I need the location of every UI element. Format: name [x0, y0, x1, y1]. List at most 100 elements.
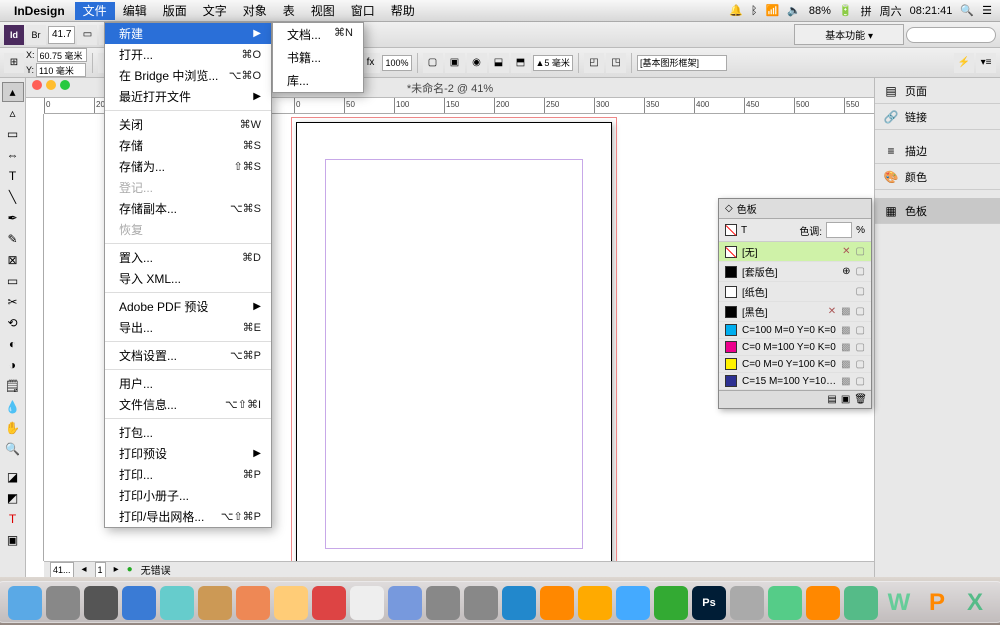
wrap-jump-icon[interactable]: ⬓	[489, 53, 509, 73]
swatches-panel[interactable]: ◇ 色板 T 色调: % [无]✕▢[套版色]⊕▢[纸色]▢[黑色]✕▩▢C=1…	[718, 198, 872, 409]
menuitem-在 Bridge 中浏览...[interactable]: 在 Bridge 中浏览...⌥⌘O	[105, 65, 271, 86]
preflight-status[interactable]: 无错误	[141, 562, 171, 577]
id-logo-icon[interactable]: Id	[4, 25, 24, 45]
menu-版面[interactable]: 版面	[155, 2, 195, 20]
swatch-row[interactable]: C=15 M=100 Y=100 K=0▩▢	[719, 373, 871, 390]
swatch-row[interactable]: [黑色]✕▩▢	[719, 302, 871, 322]
menu-窗口[interactable]: 窗口	[343, 2, 383, 20]
tint-field[interactable]	[826, 222, 852, 238]
ref-point-icon[interactable]: ⊞	[4, 53, 24, 73]
zoom-status-field[interactable]: 41...	[50, 562, 74, 578]
offset-field[interactable]: ▲ 5 毫米	[533, 55, 573, 71]
wifi-icon[interactable]: 📶	[765, 4, 779, 17]
line-tool-icon[interactable]: ╲	[2, 187, 24, 207]
type-proxy-icon[interactable]: T	[741, 225, 747, 236]
object-style-field[interactable]: [基本图形框架]	[637, 55, 727, 71]
menuitem-Adobe PDF 预设[interactable]: Adobe PDF 预设▶	[105, 296, 271, 317]
opacity-field[interactable]: 100%	[382, 55, 411, 71]
menu-extra-icon[interactable]: ☰	[982, 4, 992, 17]
type-tool-icon[interactable]: T	[2, 166, 24, 186]
dock-app-5[interactable]	[198, 586, 232, 620]
volume-icon[interactable]: 🔈	[787, 4, 801, 17]
menuitem-打包...[interactable]: 打包...	[105, 422, 271, 443]
dock-app-20[interactable]	[768, 586, 802, 620]
corner2-icon[interactable]: ◳	[606, 53, 626, 73]
swatches-panel-header[interactable]: ◇ 色板	[719, 199, 871, 219]
panel-颜色[interactable]: 🎨颜色	[875, 164, 1000, 190]
swatch-row[interactable]: [纸色]▢	[719, 282, 871, 302]
x-field[interactable]: 60.75 毫米	[37, 48, 87, 62]
corner-icon[interactable]: ◰	[584, 53, 604, 73]
dock-letter-P[interactable]: P	[920, 586, 954, 620]
pencil-tool-icon[interactable]: ✎	[2, 229, 24, 249]
page-nav-prev-icon[interactable]: ◂	[82, 564, 87, 575]
battery-icon[interactable]: 🔋	[839, 4, 853, 17]
show-all-icon[interactable]: ▤	[827, 394, 836, 405]
menuitem-打印/导出网格...[interactable]: 打印/导出网格...⌥⇧⌘P	[105, 506, 271, 527]
menu-帮助[interactable]: 帮助	[383, 2, 423, 20]
menuitem-置入...[interactable]: 置入...⌘D	[105, 247, 271, 268]
menuitem-新建[interactable]: 新建▶	[105, 23, 271, 44]
menuitem-用户...[interactable]: 用户...	[105, 373, 271, 394]
dock-app-19[interactable]	[730, 586, 764, 620]
eyedropper-tool-icon[interactable]: 💧	[2, 397, 24, 417]
page-artboard[interactable]	[296, 122, 612, 577]
dock-app-13[interactable]	[502, 586, 536, 620]
wrap-next-icon[interactable]: ⬒	[511, 53, 531, 73]
help-search[interactable]	[906, 27, 996, 43]
submenu-文档...[interactable]: 文档...⌘N	[273, 23, 363, 46]
menuitem-打印小册子...[interactable]: 打印小册子...	[105, 485, 271, 506]
wrap-none-icon[interactable]: ▢	[423, 53, 443, 73]
workspace-switcher[interactable]: 基本功能 ▾	[794, 24, 904, 45]
page-tool-icon[interactable]: ▭	[2, 124, 24, 144]
submenu-库...[interactable]: 库...	[273, 69, 363, 92]
swatch-row[interactable]: [套版色]⊕▢	[719, 262, 871, 282]
menuitem-打印...[interactable]: 打印...⌘P	[105, 464, 271, 485]
dock-letter-X[interactable]: X	[958, 586, 992, 620]
spotlight-icon[interactable]: 🔍	[960, 4, 974, 17]
dock-app-18[interactable]: Ps	[692, 586, 726, 620]
menuitem-存储[interactable]: 存储⌘S	[105, 135, 271, 156]
menuitem-关闭[interactable]: 关闭⌘W	[105, 114, 271, 135]
menu-对象[interactable]: 对象	[235, 2, 275, 20]
page-nav-next-icon[interactable]: ▸	[114, 564, 119, 575]
zoom-tool-icon[interactable]: 🔍	[2, 439, 24, 459]
menuitem-文件信息...[interactable]: 文件信息...⌥⇧⌘I	[105, 394, 271, 415]
dock-app-15[interactable]	[578, 586, 612, 620]
selection-tool-icon[interactable]: ▴	[2, 82, 24, 102]
transform-tool-icon[interactable]: ⟲	[2, 313, 24, 333]
panel-menu-icon[interactable]: ▾≡	[976, 53, 996, 73]
menu-文件[interactable]: 文件	[75, 2, 115, 20]
rect-frame-tool-icon[interactable]: ⊠	[2, 250, 24, 270]
menuitem-最近打开文件[interactable]: 最近打开文件▶	[105, 86, 271, 107]
dock-app-9[interactable]	[350, 586, 384, 620]
dock-app-11[interactable]	[426, 586, 460, 620]
notif-icon[interactable]: 🔔	[729, 4, 743, 17]
bridge-icon[interactable]: Br	[26, 25, 46, 45]
dock-app-4[interactable]	[160, 586, 194, 620]
note-tool-icon[interactable]: 🗒	[2, 376, 24, 396]
wrap-bbox-icon[interactable]: ▣	[445, 53, 465, 73]
bluetooth-icon[interactable]: ᛒ	[751, 5, 758, 17]
menuitem-打开...[interactable]: 打开...⌘O	[105, 44, 271, 65]
gradient-tool-icon[interactable]: ◐	[2, 334, 24, 354]
fill-stroke-icon[interactable]: ◪	[2, 467, 24, 487]
dock-app-3[interactable]	[122, 586, 156, 620]
menuitem-打印预设[interactable]: 打印预设▶	[105, 443, 271, 464]
dock-app-7[interactable]	[274, 586, 308, 620]
fill-proxy-icon[interactable]	[725, 224, 737, 236]
gradient-feather-tool-icon[interactable]: ◑	[2, 355, 24, 375]
pen-tool-icon[interactable]: ✒	[2, 208, 24, 228]
dock-app-8[interactable]	[312, 586, 346, 620]
menu-表[interactable]: 表	[275, 2, 303, 20]
dock-app-0[interactable]	[8, 586, 42, 620]
dock-app-21[interactable]	[806, 586, 840, 620]
delete-swatch-icon[interactable]: 🗑	[854, 394, 867, 405]
dock-app-2[interactable]	[84, 586, 118, 620]
dock-app-12[interactable]	[464, 586, 498, 620]
panel-色板[interactable]: ▦色板	[875, 198, 1000, 224]
swatch-row[interactable]: [无]✕▢	[719, 242, 871, 262]
quick-apply-icon[interactable]: ⚡	[954, 53, 974, 73]
menu-编辑[interactable]: 编辑	[115, 2, 155, 20]
panel-链接[interactable]: 🔗链接	[875, 104, 1000, 130]
